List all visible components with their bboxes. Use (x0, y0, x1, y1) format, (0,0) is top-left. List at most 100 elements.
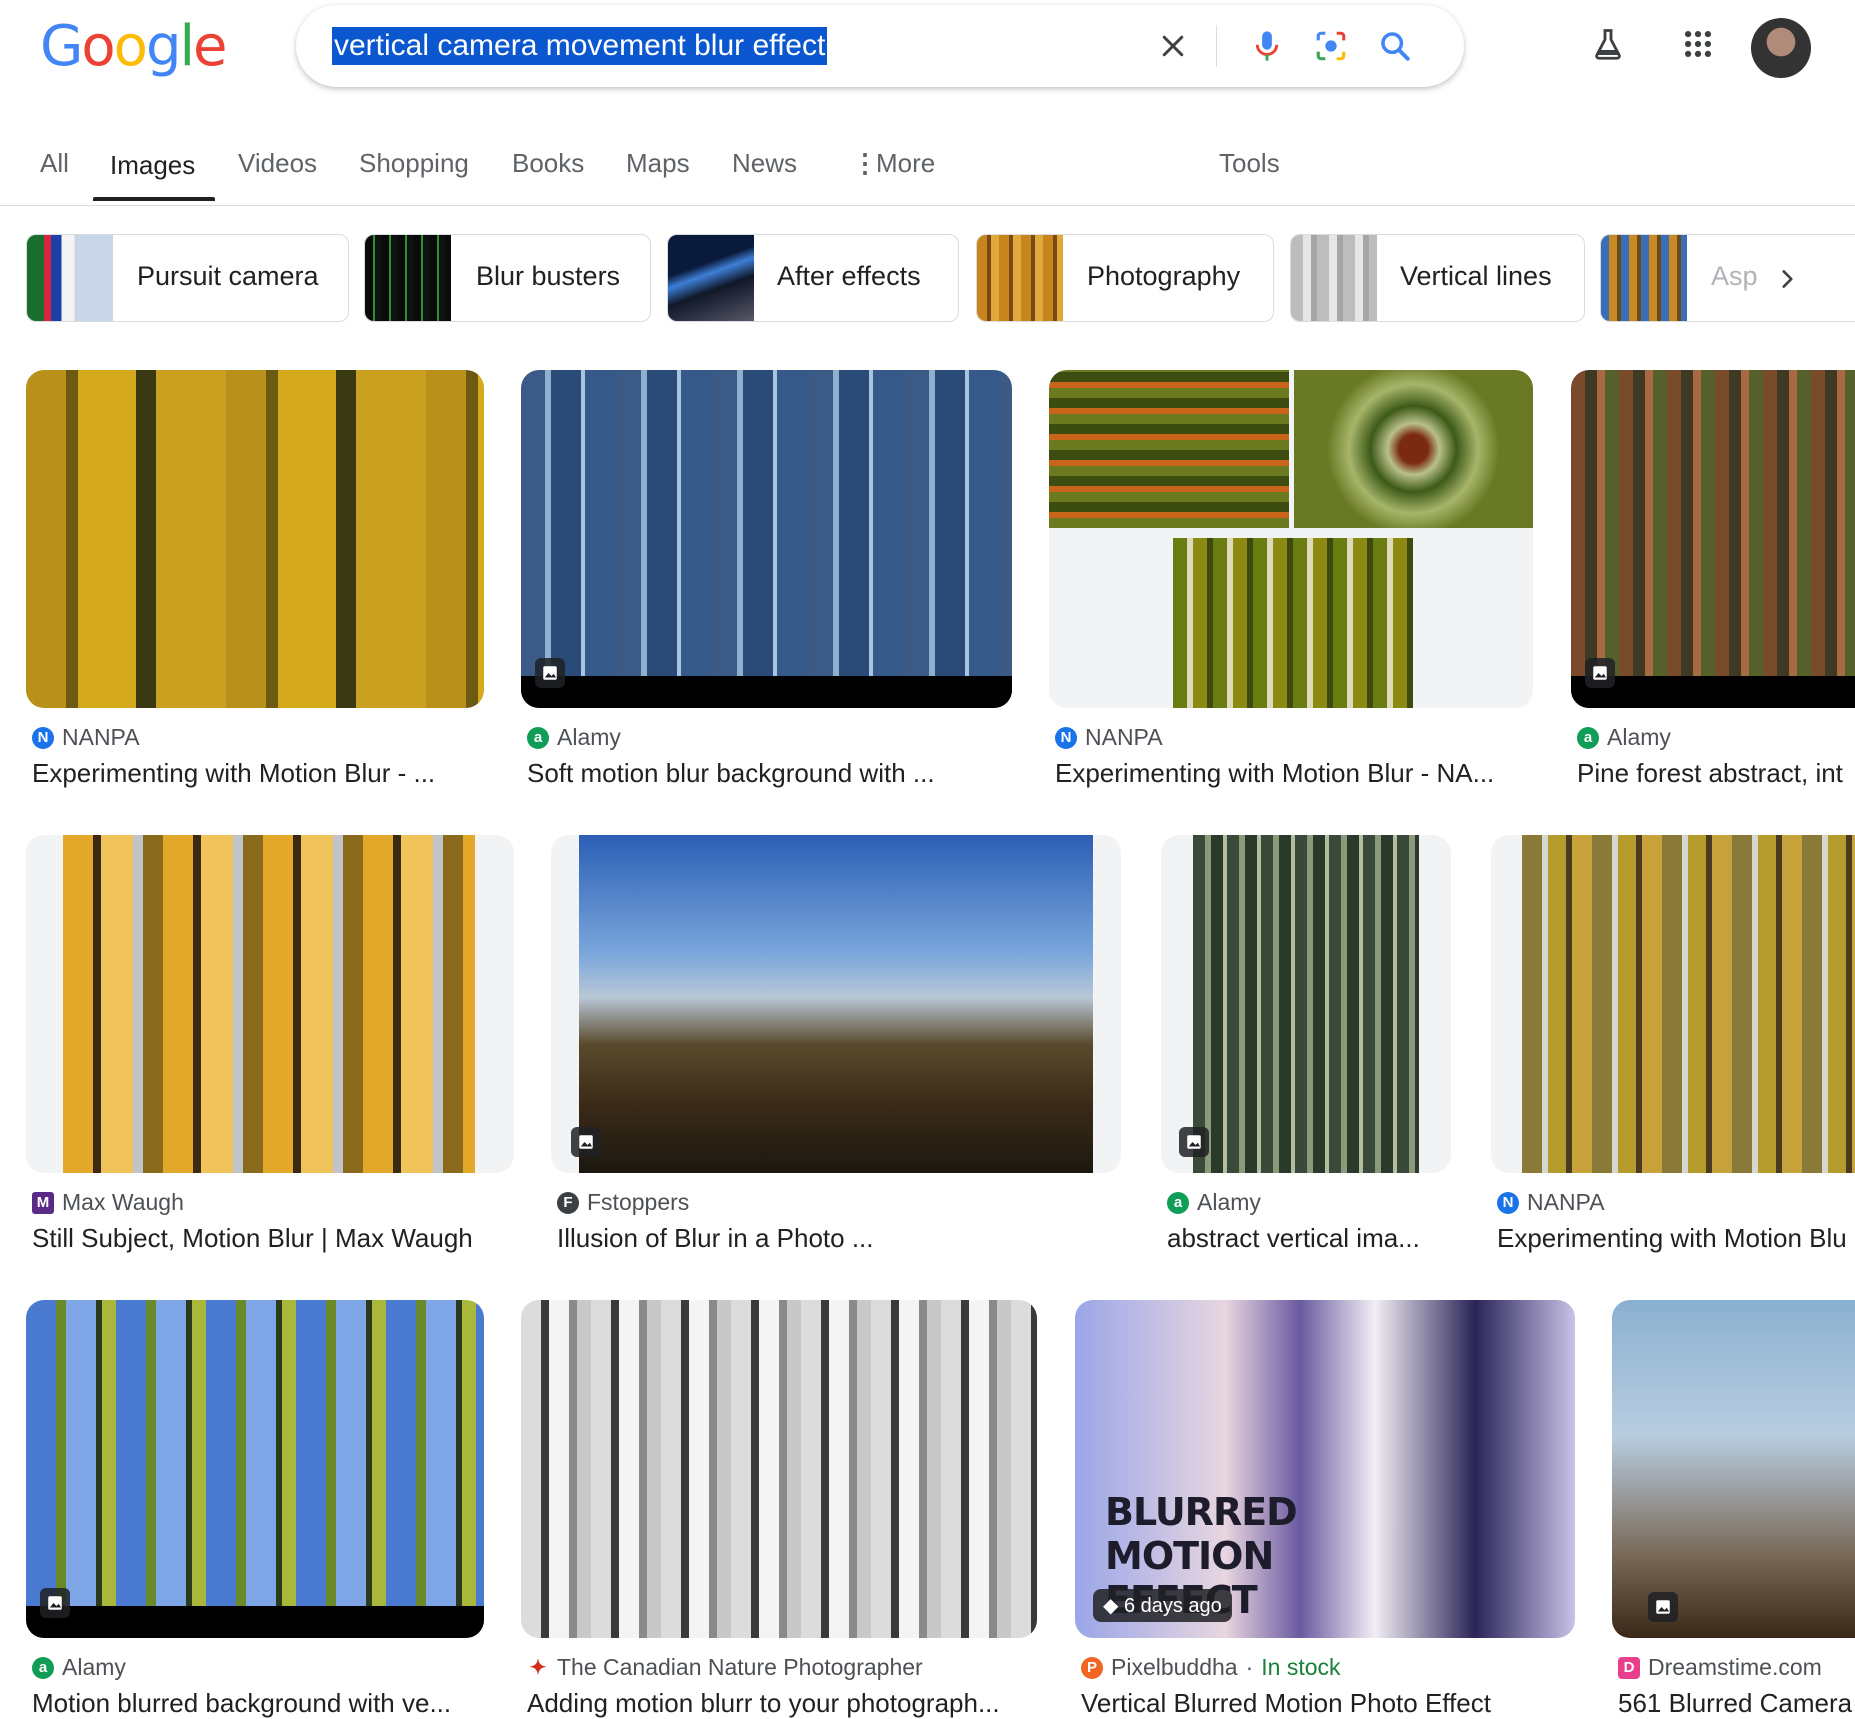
result-thumbnail[interactable] (1161, 835, 1451, 1173)
result-title[interactable]: Experimenting with Motion Blur - ... (32, 758, 482, 789)
chip-label: Blur busters (476, 261, 621, 291)
result-thumbnail[interactable] (1049, 370, 1533, 708)
camera-lens-icon[interactable] (1310, 25, 1352, 67)
result-title[interactable]: Adding motion blurr to your photograph..… (527, 1688, 1037, 1719)
google-logo[interactable]: Google (40, 14, 228, 79)
result-title[interactable]: Motion blurred background with ve... (32, 1688, 482, 1719)
result-thumbnail[interactable] (26, 1300, 484, 1638)
result-source[interactable]: Max Waugh (62, 1189, 184, 1216)
chip-label: Asp (1711, 261, 1758, 291)
alamy-favicon: a (1577, 726, 1599, 749)
result-source[interactable]: NANPA (1085, 724, 1163, 751)
header: Google vertical camera movement blur eff… (0, 0, 1855, 206)
chip-label: After effects (777, 261, 921, 291)
result-thumbnail[interactable] (1571, 370, 1855, 708)
chevron-right-icon[interactable] (1763, 255, 1811, 303)
alamy-favicon: a (527, 726, 549, 749)
result-title[interactable]: Still Subject, Motion Blur | Max Waugh (32, 1223, 514, 1254)
dreamstime-favicon: D (1618, 1656, 1640, 1679)
result-title[interactable]: Pine forest abstract, int (1577, 758, 1855, 789)
pixelbuddha-favicon: P (1081, 1656, 1103, 1679)
tab-more[interactable]: More (876, 148, 935, 179)
result-source[interactable]: Alamy (1607, 724, 1671, 751)
photo (579, 835, 1093, 1173)
tab-all[interactable]: All (40, 148, 69, 179)
account-avatar[interactable] (1751, 18, 1811, 78)
result-title[interactable]: Experimenting with Motion Blur - NA... (1055, 758, 1533, 789)
image-icon (535, 658, 565, 688)
logo-letter: l (179, 14, 195, 79)
alamy-favicon: a (1167, 1191, 1189, 1214)
tab-videos[interactable]: Videos (238, 148, 317, 179)
chip-photography[interactable]: Photography (976, 234, 1274, 322)
date-badge: ◆ 6 days ago (1093, 1589, 1232, 1622)
result-source[interactable]: Pixelbuddha (1111, 1654, 1238, 1681)
result-thumbnail[interactable] (1612, 1300, 1855, 1638)
result-title[interactable]: Experimenting with Motion Blu (1497, 1223, 1855, 1254)
collage-image (1294, 370, 1533, 528)
image-icon (40, 1588, 70, 1618)
result-thumbnail[interactable] (551, 835, 1121, 1173)
chip-thumbnail (668, 235, 754, 321)
result-title[interactable]: 561 Blurred Camera (1618, 1688, 1855, 1719)
result-source[interactable]: Alamy (557, 724, 621, 751)
chip-after-effects[interactable]: After effects (667, 234, 959, 322)
result-source[interactable]: NANPA (1527, 1189, 1605, 1216)
chip-thumbnail (1601, 235, 1687, 321)
result-title[interactable]: Soft motion blur background with ... (527, 758, 1011, 789)
result-source[interactable]: Dreamstime.com (1648, 1654, 1822, 1681)
photo (1193, 835, 1419, 1173)
result-title[interactable]: Vertical Blurred Motion Photo Effect (1081, 1688, 1575, 1719)
chip-pursuit-camera[interactable]: Pursuit camera (26, 234, 349, 322)
result-thumbnail[interactable] (1491, 835, 1855, 1173)
result-source[interactable]: NANPA (62, 724, 140, 751)
chip-asp[interactable]: Asp (1600, 234, 1855, 322)
photo (63, 835, 475, 1173)
result-title[interactable]: Illusion of Blur in a Photo ... (557, 1223, 1121, 1254)
chip-thumbnail (27, 235, 113, 321)
search-input[interactable]: vertical camera movement blur effect (332, 27, 828, 65)
chip-label: Photography (1087, 261, 1241, 291)
more-vert-icon[interactable]: ⋮ (852, 148, 878, 179)
logo-letter: e (193, 14, 227, 79)
active-tab-indicator (93, 197, 215, 201)
tab-maps[interactable]: Maps (626, 148, 690, 179)
chip-thumbnail (977, 235, 1063, 321)
maxwaugh-favicon: M (32, 1191, 54, 1214)
result-thumbnail[interactable] (26, 835, 514, 1173)
fstoppers-favicon: F (557, 1191, 579, 1214)
apps-grid-icon[interactable] (1676, 22, 1720, 66)
search-box[interactable]: vertical camera movement blur effect (296, 5, 1464, 87)
result-thumbnail[interactable]: BLURREDMOTIONEFFECT ◆ 6 days ago (1075, 1300, 1575, 1638)
search-divider (1216, 25, 1217, 67)
result-thumbnail[interactable] (521, 1300, 1037, 1638)
tab-images[interactable]: Images (110, 150, 195, 181)
logo-letter: g (145, 14, 182, 79)
close-icon[interactable] (1152, 25, 1194, 67)
chip-thumbnail (1291, 235, 1377, 321)
tab-books[interactable]: Books (512, 148, 584, 179)
chip-vertical-lines[interactable]: Vertical lines (1290, 234, 1585, 322)
chip-blur-busters[interactable]: Blur busters (364, 234, 651, 322)
result-source[interactable]: Alamy (62, 1654, 126, 1681)
chip-label: Vertical lines (1400, 261, 1552, 291)
result-source[interactable]: The Canadian Nature Photographer (557, 1654, 923, 1681)
result-source[interactable]: Alamy (1197, 1189, 1261, 1216)
result-thumbnail[interactable] (521, 370, 1012, 708)
logo-letter: G (40, 14, 83, 79)
result-title[interactable]: abstract vertical ima... (1167, 1223, 1451, 1254)
tab-news[interactable]: News (732, 148, 797, 179)
logo-letter: o (113, 14, 148, 79)
tools-button[interactable]: Tools (1219, 148, 1280, 179)
microphone-icon[interactable] (1246, 25, 1288, 67)
nanpa-favicon: N (1497, 1191, 1519, 1214)
stock-status: In stock (1261, 1654, 1341, 1680)
search-icon[interactable] (1374, 25, 1416, 67)
result-source[interactable]: Fstoppers (587, 1189, 689, 1216)
result-thumbnail[interactable] (26, 370, 484, 708)
alamy-favicon: a (32, 1656, 54, 1679)
flask-icon[interactable] (1586, 22, 1630, 66)
image-icon (1179, 1127, 1209, 1157)
nanpa-favicon: N (32, 726, 54, 749)
tab-shopping[interactable]: Shopping (359, 148, 469, 179)
